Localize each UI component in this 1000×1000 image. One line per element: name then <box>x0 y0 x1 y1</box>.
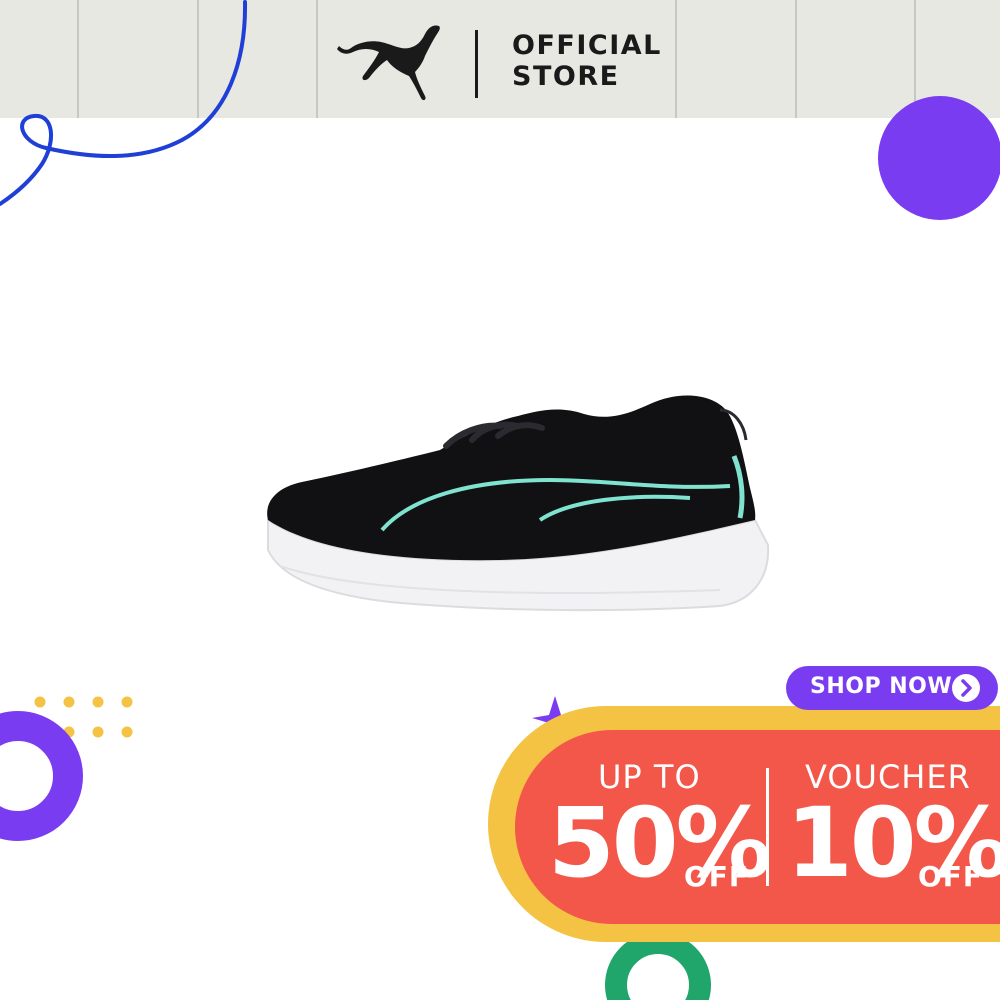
shop-now-label: SHOP NOW <box>810 674 953 699</box>
brand-text: OFFICIAL STORE <box>512 30 662 92</box>
shop-now-button[interactable]: SHOP NOW <box>786 666 998 710</box>
promo-voucher-off-label: OFF <box>918 860 984 893</box>
header-grid-line <box>197 0 199 118</box>
header-grid-line <box>77 0 79 118</box>
header-grid-line <box>675 0 677 118</box>
brand-line-official: OFFICIAL <box>512 30 662 61</box>
brand-line-store: STORE <box>512 61 620 92</box>
yellow-dots-shape <box>34 696 133 738</box>
product-shoe-image[interactable] <box>250 380 790 620</box>
purple-ring-shape <box>0 711 83 841</box>
puma-cat-icon <box>337 25 440 101</box>
promo-divider <box>766 768 769 886</box>
brand-lockup[interactable]: OFFICIAL STORE <box>330 20 670 104</box>
promo-off-label: OFF <box>684 860 750 893</box>
brand-divider <box>475 30 478 98</box>
header-grid-line <box>914 0 916 118</box>
header-grid-line <box>795 0 797 118</box>
green-ring-shape <box>605 932 711 1000</box>
header-grid-line <box>316 0 318 118</box>
store-header: OFFICIAL STORE <box>0 0 1000 118</box>
chevron-right-icon <box>952 674 980 702</box>
